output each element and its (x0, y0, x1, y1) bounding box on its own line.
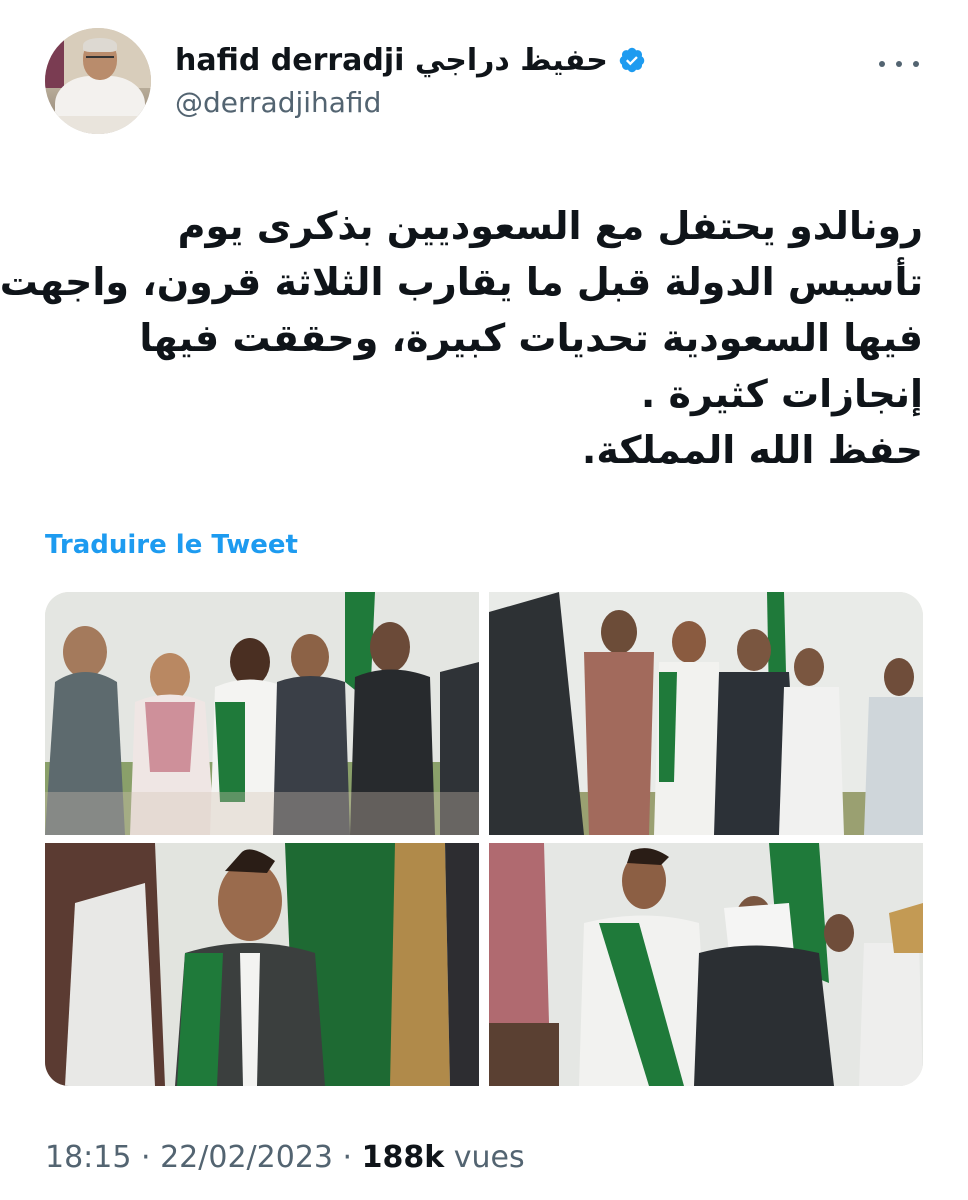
verified-badge-icon (619, 47, 645, 73)
meta-separator: · (333, 1140, 362, 1175)
tweet-line: فيها السعودية تحديات كبيرة، وحققت فيها (139, 316, 923, 360)
meta-separator: · (131, 1140, 161, 1175)
name-row: hafid derradji حفيظ دراجي (175, 38, 775, 82)
user-handle[interactable]: @derradjihafid (175, 86, 775, 119)
views-count: 188k (361, 1140, 445, 1175)
tweet-line: تأسيس الدولة قبل ما يقارب الثلاثة قرون، … (0, 260, 923, 304)
tweet-meta: 18:15 · 22/02/2023 · 188k vues (45, 1140, 525, 1175)
tweet-media-grid (45, 592, 923, 1086)
media-photo-3[interactable] (45, 843, 479, 1086)
more-options-icon[interactable] (879, 54, 919, 74)
avatar[interactable] (45, 28, 151, 134)
tweet-line: إنجازات كثيرة . (640, 372, 923, 416)
media-photo-4[interactable] (489, 843, 923, 1086)
tweet-line: رونالدو يحتفل مع السعوديين بذكرى يوم (177, 204, 923, 248)
media-photo-2[interactable] (489, 592, 923, 835)
translate-tweet-link[interactable]: Traduire le Tweet (45, 530, 298, 560)
display-name[interactable]: hafid derradji حفيظ دراجي (175, 43, 608, 78)
tweet-line: حفظ الله المملكة. (581, 428, 923, 472)
author-block: hafid derradji حفيظ دراجي @derradjihafid (175, 38, 775, 119)
views-label: vues (444, 1140, 525, 1175)
media-photo-1[interactable] (45, 592, 479, 835)
tweet-date[interactable]: 22/02/2023 (160, 1140, 333, 1175)
tweet-header: hafid derradji حفيظ دراجي @derradjihafid (45, 28, 925, 138)
tweet-text: رونالدو يحتفل مع السعوديين بذكرى يوم تأس… (0, 198, 923, 478)
tweet-time[interactable]: 18:15 (45, 1140, 131, 1175)
